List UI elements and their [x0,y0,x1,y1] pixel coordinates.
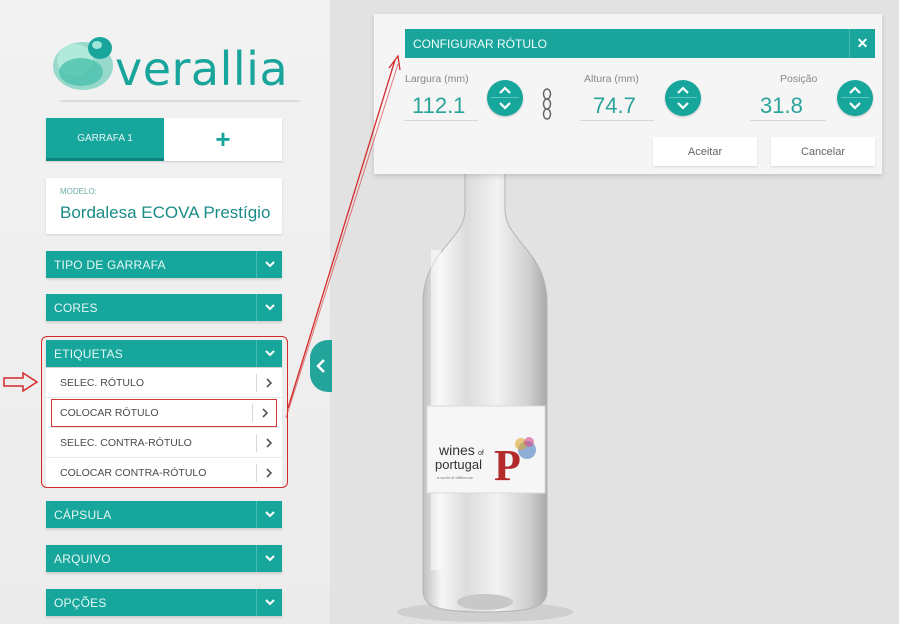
largura-value[interactable]: 112.1 [412,93,465,119]
altura-stepper[interactable] [665,80,701,116]
label-portugal-text: portugal [435,457,482,472]
chain-link-icon[interactable] [541,88,553,120]
logo-wordmark: verallia [115,42,289,96]
chevron-down-icon [256,589,282,616]
largura-underline [404,120,478,121]
menu-cores-label: CORES [54,300,98,315]
logo-divider [60,100,300,102]
menu-capsula-label: CÁPSULA [54,507,112,522]
dialog-header: CONFIGURAR RÓTULO ✕ [405,29,875,58]
annotation-frame [41,336,288,488]
chevron-down-icon[interactable] [665,97,701,115]
close-icon[interactable]: ✕ [849,29,875,58]
altura-label: Altura (mm) [584,73,639,85]
tab-garrafa-1[interactable]: GARRAFA 1 [46,118,164,161]
menu-opcoes-label: OPÇÕES [54,595,107,610]
add-bottle-button[interactable]: + [164,118,282,161]
label-p-letter: P [494,441,521,490]
chevron-down-icon[interactable] [487,97,523,115]
cancelar-button[interactable]: Cancelar [771,137,875,166]
sidebar: verallia GARRAFA 1 + MODELO: Bordalesa E… [0,0,330,624]
label-wines-text: wines [438,442,475,458]
model-label: MODELO: [60,187,97,196]
chevron-down-icon [256,294,282,321]
app-window: verallia GARRAFA 1 + MODELO: Bordalesa E… [0,0,899,624]
dialog-title: CONFIGURAR RÓTULO [413,36,548,51]
aceitar-button[interactable]: Aceitar [653,137,757,166]
menu-capsula[interactable]: CÁPSULA [46,501,282,528]
logo: verallia [45,22,295,102]
menu-tipo-garrafa[interactable]: TIPO DE GARRAFA [46,251,282,278]
chevron-down-icon[interactable] [837,97,873,115]
chevron-down-icon [256,545,282,572]
posicao-label: Posição [780,73,818,85]
menu-arquivo[interactable]: ARQUIVO [46,545,282,572]
bottle-preview: wines of portugal a world of difference … [397,150,573,622]
menu-opcoes[interactable]: OPÇÕES [46,589,282,616]
posicao-underline [750,120,826,121]
altura-value[interactable]: 74.7 [593,93,636,119]
model-panel: MODELO: Bordalesa ECOVA Prestígio [46,178,282,234]
hollow-arrow-icon [3,371,39,393]
altura-underline [580,120,654,121]
chevron-down-icon [256,251,282,278]
menu-cores[interactable]: CORES [46,294,282,321]
bottle-tabs: GARRAFA 1 + [46,118,282,161]
largura-label: Largura (mm) [405,73,469,85]
chevron-left-icon [316,359,325,373]
menu-tipo-garrafa-label: TIPO DE GARRAFA [54,257,166,272]
posicao-stepper[interactable] [837,80,873,116]
label-of-text: of [478,450,484,457]
label-tagline-text: a world of difference [437,475,474,480]
largura-stepper[interactable] [487,80,523,116]
chevron-down-icon [256,501,282,528]
collapse-sidebar-button[interactable] [310,340,332,392]
model-name: Bordalesa ECOVA Prestígio [60,203,271,222]
menu-arquivo-label: ARQUIVO [54,551,111,566]
posicao-value[interactable]: 31.8 [760,93,803,119]
